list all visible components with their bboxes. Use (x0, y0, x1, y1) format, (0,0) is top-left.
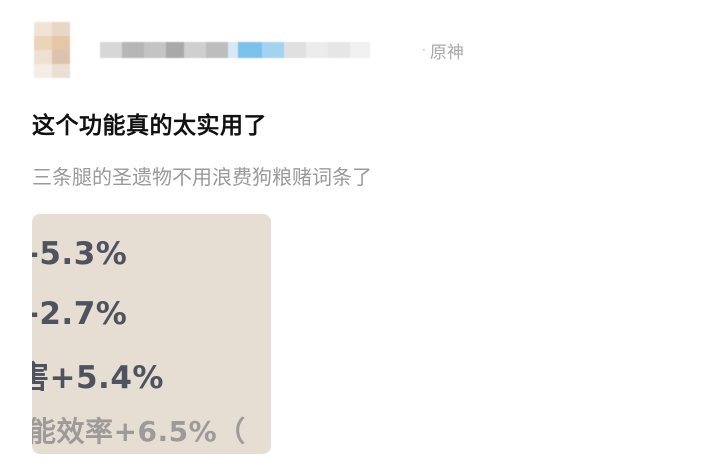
image-stat-line-3: 害+5.4% (32, 360, 164, 396)
post-image[interactable]: -5.3% -2.7% 害+5.4% 能效率+6.5%（ (32, 214, 271, 454)
image-stat-line-1: -5.3% (32, 236, 128, 272)
author-row[interactable]: · 原神 (34, 22, 464, 78)
feed-post-card[interactable]: · 原神 这个功能真的太实用了 三条腿的圣遗物不用浪费狗粮赌词条了 -5.3% … (0, 0, 701, 471)
image-stat-line-2: -2.7% (32, 296, 128, 332)
post-description[interactable]: 三条腿的圣遗物不用浪费狗粮赌词条了 (32, 161, 372, 190)
avatar[interactable] (34, 22, 70, 78)
channel-tag[interactable]: 原神 (430, 38, 464, 63)
image-stat-line-4: 能效率+6.5%（ (32, 415, 246, 448)
post-title[interactable]: 这个功能真的太实用了 (32, 106, 267, 140)
author-name-blurred[interactable] (100, 42, 400, 58)
channel-separator: · (422, 43, 426, 57)
